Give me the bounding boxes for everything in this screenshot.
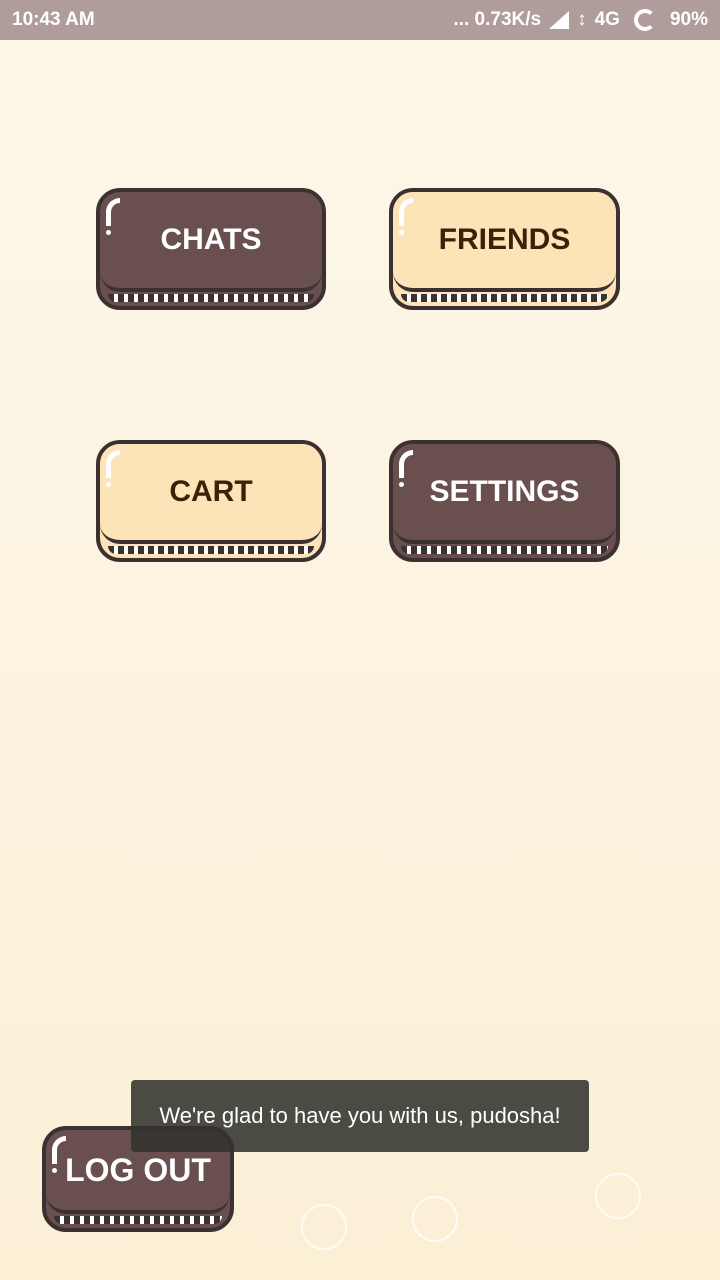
battery-level: 90%: [669, 9, 708, 30]
shine-dot: [399, 482, 404, 487]
signal-icon: [549, 11, 570, 29]
button-stripe: [401, 294, 608, 302]
shine-dot: [106, 230, 111, 235]
chats-button-label: CHATS: [100, 192, 322, 292]
network-speed: ... 0.73K/s: [453, 9, 542, 30]
battery-ring-icon: [633, 9, 656, 31]
shine-dot: [399, 230, 404, 235]
shine-dot: [106, 482, 111, 487]
toast-message: We're glad to have you with us, pudosha!: [159, 1103, 561, 1128]
decorative-bubble: [595, 1173, 641, 1219]
decorative-bubble: [412, 1196, 458, 1242]
data-transfer-icon: ↕: [577, 9, 587, 30]
status-time: 10:43 AM: [12, 9, 95, 30]
welcome-toast: We're glad to have you with us, pudosha!: [131, 1080, 589, 1152]
button-stripe: [108, 294, 314, 302]
button-stripe: [54, 1216, 222, 1224]
button-stripe: [401, 546, 608, 554]
friends-button-label: FRIENDS: [393, 192, 616, 292]
friends-button[interactable]: FRIENDS: [389, 188, 620, 310]
cart-button-label: CART: [100, 444, 322, 544]
network-type: 4G: [594, 9, 620, 30]
settings-button-label: SETTINGS: [393, 444, 616, 544]
settings-button[interactable]: SETTINGS: [389, 440, 620, 562]
cart-button[interactable]: CART: [96, 440, 326, 562]
status-bar: 10:43 AM ... 0.73K/s ↕ 4G 90%: [0, 0, 720, 40]
button-stripe: [108, 546, 314, 554]
decorative-bubble: [301, 1204, 347, 1250]
status-right: ... 0.73K/s ↕ 4G 90%: [453, 9, 708, 31]
chats-button[interactable]: CHATS: [96, 188, 326, 310]
shine-dot: [52, 1168, 57, 1173]
